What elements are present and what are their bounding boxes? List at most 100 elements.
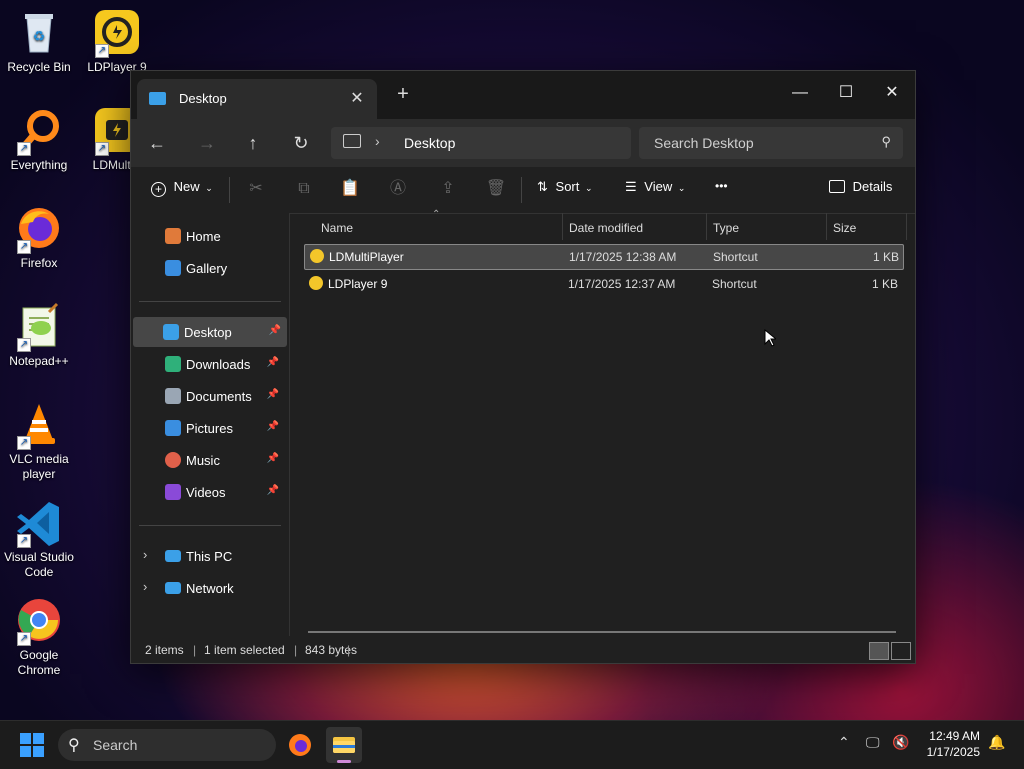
start-button[interactable] — [20, 733, 44, 757]
sidebar-item-label: Music — [186, 453, 220, 468]
home-icon — [165, 228, 181, 244]
column-divider[interactable] — [826, 213, 827, 240]
cut-icon[interactable]: ✂ — [245, 178, 267, 200]
column-header-size[interactable]: Size — [833, 221, 856, 235]
windows-logo-icon — [20, 746, 31, 757]
show-hidden-icons-chevron[interactable]: ⌃ — [838, 734, 850, 751]
more-options-button[interactable]: ••• — [715, 179, 728, 193]
pin-icon[interactable]: 📌 — [267, 389, 279, 400]
sidebar-item-desktop[interactable]: Desktop 📌 — [133, 317, 287, 347]
videos-icon — [165, 484, 181, 500]
chevron-right-icon[interactable]: › — [143, 547, 147, 562]
delete-icon[interactable]: 🗑 — [485, 178, 507, 200]
search-icon: ⚲ — [68, 737, 80, 754]
file-list: ⌃ Name Date modified Type Size LDMultiPl… — [290, 209, 915, 636]
desktop-icon-recycle-bin[interactable]: ♻ Recycle Bin — [0, 8, 78, 75]
view-list-icon: ☰ — [625, 179, 637, 194]
pin-icon[interactable]: 📌 — [269, 325, 281, 336]
system-clock[interactable]: 12:49 AM 1/17/2025 — [927, 728, 980, 760]
paste-icon[interactable]: 📋 — [339, 178, 361, 200]
pin-icon[interactable]: 📌 — [267, 485, 279, 496]
file-size: 1 KB — [871, 277, 898, 291]
new-button[interactable]: + New ⌄ — [151, 179, 213, 197]
divider — [229, 177, 230, 203]
file-size: 1 KB — [872, 250, 899, 264]
address-box[interactable]: › Desktop — [331, 127, 631, 159]
this-pc-icon — [343, 134, 361, 148]
column-divider[interactable] — [562, 213, 563, 240]
desktop-icon-ldplayer[interactable]: ↗ LDPlayer 9 — [78, 8, 156, 75]
tab-close-icon[interactable]: ✕ — [347, 88, 367, 108]
desktop-icon-label: Everything — [10, 158, 68, 172]
copy-icon[interactable]: ⧉ — [293, 178, 315, 200]
tab-desktop[interactable]: Desktop ✕ — [137, 79, 377, 119]
column-header-date[interactable]: Date modified — [569, 221, 643, 235]
details-button[interactable]: Details — [829, 179, 892, 194]
close-button[interactable]: ✕ — [869, 77, 915, 109]
sidebar-item-network[interactable]: › Network — [135, 573, 285, 603]
tab-title: Desktop — [179, 91, 227, 106]
ldplayer-shortcut-icon — [309, 276, 323, 290]
search-input[interactable]: Search Desktop ⚲ — [639, 127, 903, 159]
active-app-indicator — [337, 760, 351, 763]
share-icon[interactable]: ⇪ — [437, 178, 459, 200]
search-placeholder: Search Desktop — [654, 135, 754, 151]
horizontal-scrollbar[interactable] — [308, 631, 896, 633]
file-row-ldplayer9[interactable]: LDPlayer 9 1/17/2025 12:37 AM Shortcut 1… — [304, 272, 902, 296]
column-divider[interactable] — [906, 213, 907, 240]
desktop-icon-chrome[interactable]: ↗ Google Chrome — [0, 596, 78, 678]
sort-icon: ⇅ — [537, 179, 548, 194]
sidebar-item-this-pc[interactable]: › This PC — [135, 541, 285, 571]
file-row-ldmultiplayer[interactable]: LDMultiPlayer 1/17/2025 12:38 AM Shortcu… — [304, 244, 904, 270]
sidebar-item-home[interactable]: Home — [135, 221, 285, 251]
new-tab-button[interactable]: + — [391, 83, 415, 106]
network-icon[interactable]: 🖵 — [866, 734, 880, 751]
desktop-icon-notepadpp[interactable]: ↗ Notepad++ — [0, 302, 78, 369]
desktop-icon-vscode[interactable]: ↗ Visual Studio Code — [0, 498, 78, 580]
desktop-icon-everything[interactable]: ↗ Everything — [0, 106, 78, 173]
refresh-button[interactable]: ↻ — [287, 129, 315, 157]
sidebar-item-music[interactable]: Music 📌 — [135, 445, 285, 475]
taskbar-file-explorer[interactable] — [326, 727, 362, 763]
new-label: New — [173, 179, 200, 194]
column-header-name[interactable]: Name — [321, 221, 353, 235]
chevron-down-icon: ⌄ — [585, 183, 593, 193]
sidebar-item-pictures[interactable]: Pictures 📌 — [135, 413, 285, 443]
minimize-button[interactable]: — — [777, 77, 823, 109]
back-button[interactable]: ← — [143, 129, 171, 157]
sidebar-item-gallery[interactable]: Gallery — [135, 253, 285, 283]
pin-icon[interactable]: 📌 — [267, 421, 279, 432]
desktop-icon-label: Notepad++ — [9, 354, 69, 368]
taskbar-search[interactable]: ⚲ Search — [58, 729, 276, 761]
desktop-icon-label: Recycle Bin — [7, 60, 71, 74]
shortcut-arrow-icon: ↗ — [17, 142, 31, 156]
forward-button[interactable]: → — [193, 129, 221, 157]
view-button[interactable]: ☰ View ⌄ — [625, 179, 685, 195]
desktop-icon-label: Firefox — [20, 256, 58, 270]
taskbar-firefox[interactable] — [282, 727, 318, 763]
notification-bell-icon[interactable]: 🔔 — [988, 734, 1005, 751]
volume-muted-icon[interactable]: 🔇 — [892, 734, 909, 751]
chevron-right-icon[interactable]: › — [143, 579, 147, 594]
pin-icon[interactable]: 📌 — [267, 453, 279, 464]
sort-button[interactable]: ⇅ Sort ⌄ — [537, 179, 593, 195]
desktop-icon-firefox[interactable]: ↗ Firefox — [0, 204, 78, 271]
pin-icon[interactable]: 📌 — [267, 357, 279, 368]
pictures-icon — [165, 420, 181, 436]
details-view-toggle[interactable] — [869, 642, 889, 660]
up-button[interactable]: ↑ — [239, 129, 267, 157]
breadcrumb-separator: › — [375, 133, 380, 149]
sidebar-item-documents[interactable]: Documents 📌 — [135, 381, 285, 411]
breadcrumb[interactable]: Desktop — [404, 135, 455, 151]
column-header-type[interactable]: Type — [713, 221, 739, 235]
column-divider[interactable] — [706, 213, 707, 240]
this-pc-icon — [165, 550, 181, 562]
sidebar-item-downloads[interactable]: Downloads 📌 — [135, 349, 285, 379]
sidebar-item-videos[interactable]: Videos 📌 — [135, 477, 285, 507]
tiles-view-toggle[interactable] — [891, 642, 911, 660]
maximize-button[interactable]: ☐ — [823, 77, 869, 109]
desktop-icon-vlc[interactable]: ↗ VLC media player — [0, 400, 78, 482]
divider — [139, 301, 281, 302]
rename-icon[interactable]: Ⓐ — [387, 178, 409, 200]
taskbar-search-placeholder: Search — [93, 737, 138, 753]
